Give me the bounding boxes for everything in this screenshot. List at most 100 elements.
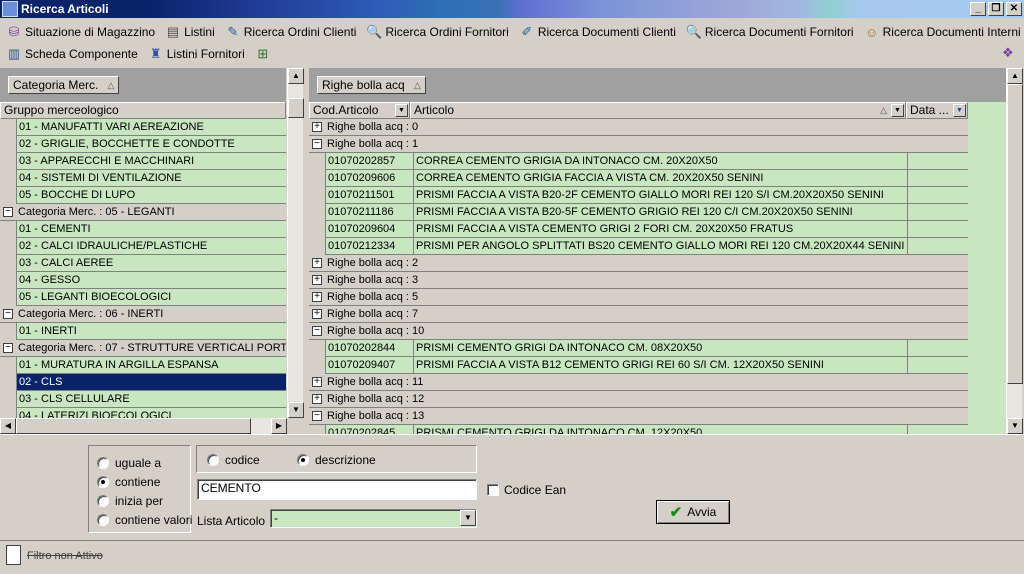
- collapse-icon[interactable]: −: [3, 207, 13, 217]
- document-group-row[interactable]: + Righe bolla acq : 12: [309, 391, 968, 408]
- filter-dropdown-icon[interactable]: ▼: [395, 104, 408, 117]
- table-row[interactable]: 01070209606 CORREA CEMENTO GRIGIA FACCIA …: [325, 170, 968, 187]
- document-group-row[interactable]: + Righe bolla acq : 5: [309, 289, 968, 306]
- document-group-row[interactable]: + Righe bolla acq : 0: [309, 119, 968, 136]
- column-header-gruppo[interactable]: Gruppo merceologico: [0, 102, 286, 119]
- list-item[interactable]: 02 - CALCI IDRAULICHE/PLASTICHE: [16, 238, 286, 255]
- right-scroll-thumb[interactable]: [1007, 84, 1023, 384]
- document-group-row[interactable]: + Righe bolla acq : 11: [309, 374, 968, 391]
- minimize-button[interactable]: _: [970, 2, 986, 16]
- expand-icon[interactable]: +: [312, 122, 322, 132]
- filter-dropdown-icon[interactable]: ▼: [891, 104, 904, 117]
- radio-button[interactable]: [97, 514, 109, 526]
- category-group-row[interactable]: − Categoria Merc. : 05 - LEGANTI: [0, 204, 286, 221]
- document-group-row[interactable]: − Righe bolla acq : 1: [309, 136, 968, 153]
- chevron-down-icon[interactable]: ▼: [460, 510, 476, 526]
- restore-button[interactable]: ❐: [988, 2, 1004, 16]
- close-button[interactable]: ✕: [1006, 2, 1022, 16]
- document-group-row[interactable]: − Righe bolla acq : 13: [309, 408, 968, 425]
- list-item[interactable]: 02 - CLS: [16, 374, 286, 391]
- field-option-1[interactable]: descrizione: [297, 453, 376, 467]
- category-group-row[interactable]: − Categoria Merc. : 06 - INERTI: [0, 306, 286, 323]
- left-vertical-scrollbar[interactable]: ▲ ▼: [287, 68, 304, 418]
- table-row[interactable]: 01070212334 PRISMI PER ANGOLO SPLITTATI B…: [325, 238, 968, 255]
- list-item[interactable]: 04 - SISTEMI DI VENTILAZIONE: [16, 170, 286, 187]
- left-scroll-thumb[interactable]: [288, 98, 304, 118]
- left-horizontal-scrollbar[interactable]: ◀ ▶: [0, 418, 287, 434]
- left-group-chip[interactable]: Categoria Merc. △: [8, 76, 120, 94]
- list-item[interactable]: 05 - LEGANTI BIOECOLOGICI: [16, 289, 286, 306]
- column-header-articolo[interactable]: Articolo △ ▼: [410, 102, 906, 119]
- toolbar-button-3[interactable]: 🔍 Ricerca Ordini Fornitori: [366, 24, 508, 40]
- match-option-1[interactable]: contiene: [97, 475, 160, 489]
- list-item[interactable]: 04 - GESSO: [16, 272, 286, 289]
- collapse-icon[interactable]: −: [312, 411, 322, 421]
- table-row[interactable]: 01070202857 CORREA CEMENTO GRIGIA DA INTO…: [325, 153, 968, 170]
- scroll-left-arrow-icon[interactable]: ◀: [0, 418, 16, 434]
- list-item[interactable]: 01 - MURATURA IN ARGILLA ESPANSA: [16, 357, 286, 374]
- document-group-row[interactable]: − Righe bolla acq : 10: [309, 323, 968, 340]
- table-row[interactable]: 01070211501 PRISMI FACCIA A VISTA B20-2F …: [325, 187, 968, 204]
- list-item[interactable]: 03 - CALCI AEREE: [16, 255, 286, 272]
- scroll-up-arrow-icon[interactable]: ▲: [1007, 68, 1023, 84]
- match-option-2[interactable]: inizia per: [97, 494, 163, 508]
- table-row[interactable]: 01070209604 PRISMI FACCIA A VISTA CEMENTO…: [325, 221, 968, 238]
- table-row[interactable]: 01070209407 PRISMI FACCIA A VISTA B12 CEM…: [325, 357, 968, 374]
- list-item[interactable]: 02 - GRIGLIE, BOCCHETTE E CONDOTTE: [16, 136, 286, 153]
- list-item[interactable]: 01 - MANUFATTI VARI AEREAZIONE: [16, 119, 286, 136]
- column-header-data[interactable]: Data ... ▼: [906, 102, 968, 119]
- left-hscroll-thumb[interactable]: [16, 418, 251, 434]
- right-group-chip[interactable]: Righe bolla acq △: [317, 76, 426, 94]
- radio-button[interactable]: [297, 454, 309, 466]
- toolbar-button-1[interactable]: ▤ Listini: [165, 24, 215, 40]
- table-row[interactable]: 01070202844 PRISMI CEMENTO GRIGI DA INTON…: [325, 340, 968, 357]
- right-vertical-scrollbar[interactable]: ▲ ▼: [1006, 68, 1023, 434]
- toolbar-button-4[interactable]: ✐ Ricerca Documenti Clienti: [519, 24, 676, 40]
- field-option-0[interactable]: codice: [207, 453, 260, 467]
- toolbar-button-2[interactable]: ✎ Ricerca Ordini Clienti: [225, 24, 356, 40]
- radio-button[interactable]: [97, 457, 109, 469]
- match-option-0[interactable]: uguale a: [97, 456, 161, 470]
- codice-ean-checkbox[interactable]: Codice Ean: [487, 483, 566, 497]
- book-icon[interactable]: ❖: [1002, 45, 1018, 61]
- column-header-cod-articolo[interactable]: Cod.Articolo ▼: [309, 102, 410, 119]
- scroll-right-arrow-icon[interactable]: ▶: [271, 418, 287, 434]
- checkbox-box[interactable]: [487, 484, 499, 496]
- category-group-row[interactable]: − Categoria Merc. : 07 - STRUTTURE VERTIC…: [0, 340, 286, 357]
- radio-button[interactable]: [97, 476, 109, 488]
- toolbar-button-0[interactable]: ⛁ Situazione di Magazzino: [6, 24, 156, 40]
- list-item[interactable]: 05 - BOCCHE DI LUPO: [16, 187, 286, 204]
- expand-icon[interactable]: +: [312, 292, 322, 302]
- expand-icon[interactable]: +: [312, 394, 322, 404]
- collapse-icon[interactable]: −: [3, 309, 13, 319]
- scroll-up-arrow-icon[interactable]: ▲: [288, 68, 304, 84]
- list-item[interactable]: 01 - CEMENTI: [16, 221, 286, 238]
- scroll-down-arrow-icon[interactable]: ▼: [288, 402, 304, 418]
- toolbar-button-5[interactable]: 🔍 Ricerca Documenti Fornitori: [686, 24, 854, 40]
- document-group-row[interactable]: + Righe bolla acq : 3: [309, 272, 968, 289]
- expand-icon[interactable]: +: [312, 275, 322, 285]
- match-option-3[interactable]: contiene valori: [97, 513, 192, 527]
- scroll-down-arrow-icon[interactable]: ▼: [1007, 418, 1023, 434]
- toolbar-button-0[interactable]: ▥ Scheda Componente: [6, 46, 138, 62]
- toolbar-button-6[interactable]: ☺ Ricerca Documenti Interni: [864, 24, 1021, 40]
- table-row[interactable]: 01070202845 PRISMI CEMENTO GRIGI DA INTON…: [325, 425, 968, 434]
- list-item[interactable]: 03 - CLS CELLULARE: [16, 391, 286, 408]
- table-row[interactable]: 01070211186 PRISMI FACCIA A VISTA B20-5F …: [325, 204, 968, 221]
- toolbar-button-1[interactable]: ♜ Listini Fornitori: [148, 46, 245, 62]
- toolbar-button-2[interactable]: ⊞: [255, 46, 274, 62]
- lista-articolo-select[interactable]: - ▼: [270, 509, 477, 528]
- list-item[interactable]: 03 - APPARECCHI E MACCHINARI: [16, 153, 286, 170]
- collapse-icon[interactable]: −: [312, 139, 322, 149]
- collapse-icon[interactable]: −: [312, 326, 322, 336]
- document-group-row[interactable]: + Righe bolla acq : 7: [309, 306, 968, 323]
- avvia-button[interactable]: ✔ Avvia: [656, 500, 730, 524]
- filter-dropdown-icon[interactable]: ▼: [953, 104, 966, 117]
- document-group-row[interactable]: + Righe bolla acq : 2: [309, 255, 968, 272]
- expand-icon[interactable]: +: [312, 377, 322, 387]
- list-item[interactable]: 04 - LATERIZI BIOECOLOGICI: [16, 408, 286, 418]
- expand-icon[interactable]: +: [312, 309, 322, 319]
- radio-button[interactable]: [97, 495, 109, 507]
- radio-button[interactable]: [207, 454, 219, 466]
- search-input[interactable]: CEMENTO: [197, 479, 477, 500]
